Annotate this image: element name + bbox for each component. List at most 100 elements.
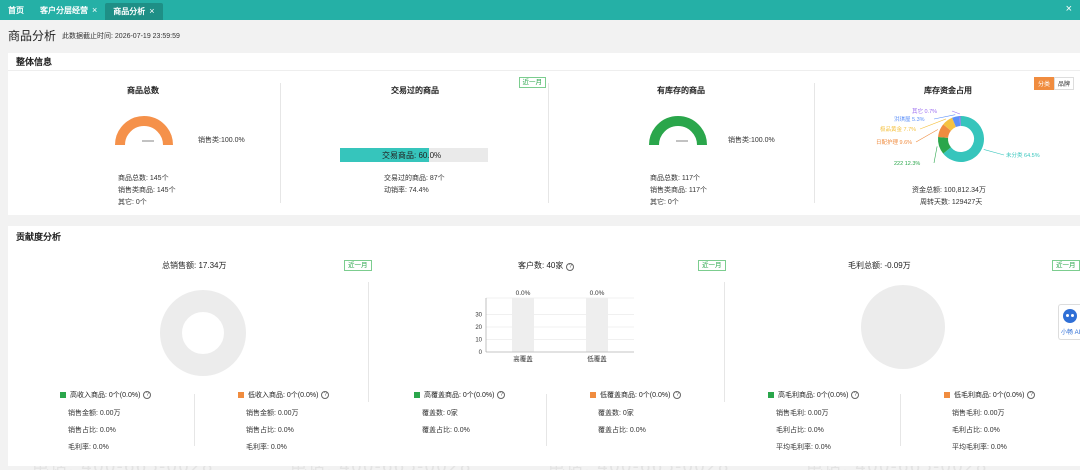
stat-line: 动销率: 74.4% [384, 187, 429, 194]
donut-slice [952, 116, 961, 128]
stat-line: 交易过的商品: 87个 [384, 175, 445, 182]
divider [546, 394, 547, 446]
help-icon[interactable]: ? [851, 391, 860, 399]
donut-slice [938, 124, 952, 139]
x-tick-label: 高覆盖 [513, 354, 533, 363]
slice-label: 未分类 64.5% [1006, 151, 1040, 159]
overall-title: 整体信息 [8, 53, 1080, 71]
card-title: 商品总数 [127, 86, 159, 95]
coverage-bar-chart: 0 10 20 30 0.0% 高覆盖 0.0% 低覆盖 [475, 290, 634, 363]
assistant-label: 小畅 AI [1061, 330, 1080, 336]
slice-leader-line [933, 146, 938, 164]
bar-background [512, 298, 534, 352]
legend-low-income: 低收入商品: 0个(0.0%)? [238, 390, 330, 400]
robot-icon [1063, 309, 1077, 323]
bar-background [586, 298, 608, 352]
stat-line: 商品总数: 117个 [650, 175, 701, 182]
y-tick-label: 10 [475, 338, 482, 344]
close-icon[interactable]: × [92, 5, 97, 15]
help-icon[interactable]: ? [673, 391, 682, 399]
tab-customer-tiering[interactable]: 客户分层经营 × [32, 0, 105, 20]
help-icon[interactable]: ? [143, 391, 152, 399]
stat-line: 平均毛利率: 0.0% [776, 444, 831, 451]
divider [280, 83, 281, 203]
contribution-panel: 贡献度分析 总销售额: 17.34万 近一月 客户数: 40家? 近一月 0 10… [8, 226, 1080, 466]
period-badge[interactable]: 近一月 [698, 260, 726, 271]
stat-line: 销售占比: 0.0% [68, 427, 116, 434]
slice-label: 洪琪屋 5.3% [894, 115, 925, 123]
close-icon[interactable]: × [149, 6, 154, 16]
divider [900, 394, 901, 446]
help-icon[interactable]: ? [566, 263, 575, 271]
page-header: 商品分析 此数据截止时间: 2026-07-19 23:59:59 [0, 20, 1080, 50]
assistant-widget[interactable]: 小畅 AI [1058, 304, 1080, 340]
legend-high-coverage: 高覆盖商品: 0个(0.0%)? [414, 390, 506, 400]
total-gross-profit: 毛利总额: -0.09万 [848, 261, 911, 270]
card-title: 交易过的商品 [391, 86, 439, 95]
profit-pie-chart [861, 285, 945, 369]
period-badge[interactable]: 近一月 [344, 260, 372, 271]
slice-leader-line [915, 129, 939, 143]
traded-progress: 交易商品: 60.0% [340, 148, 488, 162]
stat-line: 销售金额: 0.00万 [246, 410, 299, 417]
slice-label: 日配护理 9.6% [876, 138, 912, 146]
stat-line: 覆盖数: 0家 [422, 410, 458, 417]
stat-line: 销售金额: 0.00万 [68, 410, 121, 417]
instock-gauge [649, 116, 707, 146]
close-all-icon[interactable]: × [1066, 3, 1072, 15]
period-badge[interactable]: 近一月 [518, 77, 546, 88]
stat-line: 覆盖占比: 0.0% [598, 427, 646, 434]
stat-line: 覆盖数: 0家 [598, 410, 634, 417]
slice-leader-line [951, 110, 961, 115]
stat-line: 销售占比: 0.0% [246, 427, 294, 434]
donut-slice [943, 117, 957, 131]
card-inventory-capital: 库存资金占用 分类 品牌 未分类 64.5% 222 12.3% 日配护理 9.6%… [816, 73, 1080, 208]
stat-line: 销售毛利: 0.00万 [776, 410, 829, 417]
divider [194, 394, 195, 446]
help-icon[interactable]: ? [1027, 391, 1036, 399]
slice-leader-line [983, 149, 1005, 156]
capital-donut-chart: 未分类 64.5% 222 12.3% 日配护理 9.6% 极品黄金 7.7% 洪琪屋 … [876, 107, 1040, 167]
stat-line: 销售毛利: 0.00万 [952, 410, 1005, 417]
y-tick-label: 20 [475, 325, 482, 331]
x-tick-label: 低覆盖 [587, 354, 607, 363]
stat-line: 销售类商品: 117个 [650, 187, 708, 194]
tab-product-analysis[interactable]: 商品分析 × [105, 2, 163, 20]
card-title: 有库存的商品 [657, 86, 705, 95]
bar-data-label: 0.0% [590, 290, 605, 297]
stat-line: 毛利率: 0.0% [246, 444, 287, 451]
divider [368, 282, 369, 402]
total-sales: 总销售额: 17.34万 [162, 261, 227, 270]
slice-label: 极品黄金 7.7% [880, 125, 916, 133]
stat-line: 销售类商品: 145个 [118, 187, 176, 194]
stat-line: 平均毛利率: 0.0% [952, 444, 1007, 451]
legend-low-coverage: 低覆盖商品: 0个(0.0%)? [590, 390, 682, 400]
tab-home[interactable]: 首页 [0, 0, 32, 20]
stat-line: 毛利占比: 0.0% [952, 427, 1000, 434]
slice-label: 222 12.3% [894, 161, 920, 167]
stat-line: 覆盖占比: 0.0% [422, 427, 470, 434]
help-icon[interactable]: ? [321, 391, 330, 399]
gauge-legend: 销售类:100.0% [198, 137, 245, 144]
toggle-category[interactable]: 分类 [1033, 77, 1054, 90]
legend-low-margin: 低毛利商品: 0个(0.0%)? [944, 390, 1036, 400]
category-brand-toggle[interactable]: 分类 品牌 [1033, 77, 1074, 90]
legend-high-margin: 高毛利商品: 0个(0.0%)? [768, 390, 860, 400]
gauge-legend: 销售类:100.0% [728, 137, 775, 144]
period-badge[interactable]: 近一月 [1052, 260, 1080, 271]
help-icon[interactable]: ? [497, 391, 506, 399]
progress-label: 交易商品: 60.0% [382, 151, 442, 160]
tab-bar: 首页 客户分层经营 × 商品分析 × × [0, 0, 1080, 20]
stat-line: 其它: 0个 [650, 199, 679, 206]
y-tick-label: 0 [479, 350, 483, 356]
divider [724, 282, 725, 402]
card-instock-products: 有库存的商品 销售类:100.0% 商品总数: 117个 销售类商品: 117个… [550, 73, 812, 208]
stat-line: 毛利率: 0.0% [68, 444, 109, 451]
contribution-title: 贡献度分析 [16, 232, 62, 242]
legend-high-income: 高收入商品: 0个(0.0%)? [60, 390, 152, 400]
bar-data-label: 0.0% [516, 290, 531, 297]
divider [814, 83, 815, 203]
sales-donut-chart [160, 290, 246, 376]
toggle-brand[interactable]: 品牌 [1053, 77, 1074, 90]
slice-label: 其它 0.7% [912, 107, 937, 115]
